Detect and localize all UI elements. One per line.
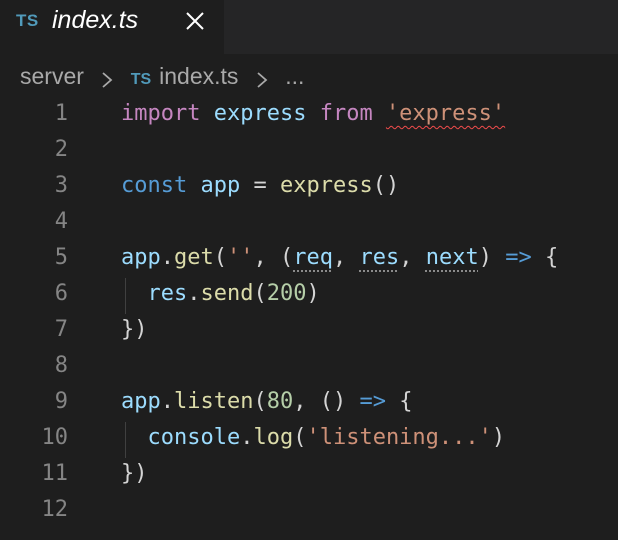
code-line[interactable]: 8 <box>0 350 618 386</box>
tab-title: index.ts <box>52 6 139 34</box>
code-token: , <box>399 245 426 270</box>
code-token: send <box>200 281 254 306</box>
code-token: , <box>333 245 360 270</box>
line-number: 11 <box>41 461 69 486</box>
code-token: console <box>147 425 241 450</box>
code-text: import express from 'express' <box>121 101 505 126</box>
breadcrumb-folder[interactable]: server <box>20 63 84 90</box>
code-token: next <box>425 245 479 270</box>
code-text: const app = express() <box>121 173 399 198</box>
code-token: ( <box>213 245 227 270</box>
line-number: 3 <box>54 173 68 198</box>
code-token: express <box>213 101 307 126</box>
code-text: }) <box>121 317 148 342</box>
code-line[interactable]: 10 console.log('listening...') <box>0 422 618 458</box>
code-token: res <box>359 245 400 270</box>
code-token: app <box>121 245 161 270</box>
code-text: }) <box>121 461 148 486</box>
code-token: () <box>372 173 400 198</box>
code-line[interactable]: 2 <box>0 134 618 170</box>
breadcrumb-file[interactable]: TS index.ts <box>131 63 239 90</box>
code-token: }) <box>121 317 148 342</box>
code-token: => <box>505 245 532 270</box>
code-token: ) <box>306 281 320 306</box>
tab-bar: TS index.ts <box>0 0 618 54</box>
chevron-right-icon <box>255 68 269 88</box>
close-icon[interactable] <box>182 8 208 34</box>
code-token: }) <box>121 461 148 486</box>
code-line[interactable]: 5 app.get('', (req, res, next) => { <box>0 242 618 278</box>
code-line[interactable]: 1 import express from 'express' <box>0 98 618 134</box>
code-token: log <box>253 425 294 450</box>
code-text: res.send(200) <box>121 281 320 306</box>
code-token: 80 <box>266 389 294 414</box>
line-number: 5 <box>54 245 68 270</box>
code-token: 'express' <box>385 101 506 126</box>
code-token: req <box>293 245 333 270</box>
code-token: app <box>200 173 241 198</box>
code-token: 200 <box>266 281 307 306</box>
code-line[interactable]: 7}) <box>0 314 618 350</box>
code-token: , () <box>293 389 360 414</box>
line-number: 12 <box>41 497 69 522</box>
line-number: 6 <box>54 281 68 306</box>
code-token: . <box>187 281 201 306</box>
code-token: '' <box>227 245 254 270</box>
line-number: 8 <box>54 353 68 378</box>
code-token: ) <box>491 425 506 450</box>
code-token: ( <box>293 425 307 450</box>
line-number: 7 <box>54 317 68 342</box>
code-token: { <box>531 245 559 270</box>
code-line[interactable]: 3 const app = express() <box>0 170 618 206</box>
typescript-file-icon: TS <box>130 71 152 89</box>
code-token: . <box>240 425 254 450</box>
code-token: { <box>385 389 413 414</box>
line-number: 9 <box>54 389 68 414</box>
breadcrumb-symbols[interactable]: ... <box>285 63 304 90</box>
code-token: import <box>121 101 201 126</box>
code-text: app.listen(80, () => { <box>121 389 412 414</box>
code-token: . <box>160 389 174 414</box>
code-token: from <box>319 101 373 126</box>
line-number: 2 <box>54 137 68 162</box>
typescript-file-icon: TS <box>16 11 39 30</box>
code-line[interactable]: 12 <box>0 494 618 530</box>
code-token: express <box>279 173 373 198</box>
code-line[interactable]: 4 <box>0 206 618 242</box>
code-token: ) <box>478 245 506 270</box>
code-token: => <box>359 389 386 414</box>
code-token: const <box>121 173 188 198</box>
code-line[interactable]: 11}) <box>0 458 618 494</box>
chevron-right-icon <box>100 68 114 88</box>
code-token: 'listening...' <box>306 425 492 450</box>
code-text: app.get('', (req, res, next) => { <box>121 245 558 270</box>
code-line[interactable]: 9 app.listen(80, () => { <box>0 386 618 422</box>
code-token: ( <box>253 389 267 414</box>
breadcrumb-file-label: index.ts <box>159 63 239 90</box>
line-number: 10 <box>41 425 69 450</box>
code-token: get <box>174 245 214 270</box>
code-token: app <box>121 389 161 414</box>
code-token: listen <box>174 389 254 414</box>
tab-index-ts[interactable]: TS index.ts <box>0 0 224 54</box>
line-number: 4 <box>54 209 68 234</box>
code-token: = <box>240 173 280 198</box>
code-token: . <box>160 245 174 270</box>
breadcrumb: server TS index.ts ... <box>20 62 304 92</box>
code-line[interactable]: 6 res.send(200) <box>0 278 618 314</box>
line-number: 1 <box>54 101 68 126</box>
code-token: , ( <box>253 245 294 270</box>
code-token: ( <box>253 281 267 306</box>
code-token: res <box>147 281 188 306</box>
code-text: console.log('listening...') <box>121 425 506 450</box>
